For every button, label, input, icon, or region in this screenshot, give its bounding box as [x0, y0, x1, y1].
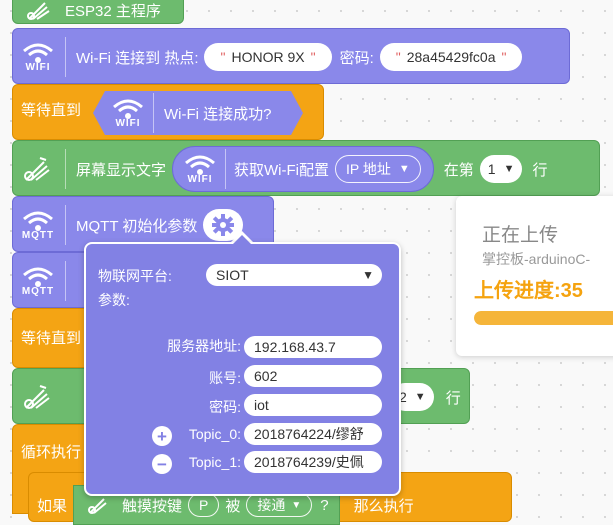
wait-until-block[interactable]: 等待直到 WIFI Wi-Fi 连接成功? — [12, 84, 324, 140]
get-wifi-config-reporter[interactable]: WIFI 获取Wi-Fi配置 IP 地址 ▼ — [172, 146, 434, 192]
params-label: 参数: — [98, 292, 130, 308]
divider — [65, 37, 66, 77]
quote-glyph: " — [501, 49, 507, 65]
hand-icon — [21, 0, 59, 21]
plus-glyph: + — [157, 426, 167, 446]
wait-until-label-2: 等待直到 — [21, 330, 82, 347]
minus-glyph: − — [157, 454, 167, 474]
mqtt-params-popup: 物联网平台: SIOT ▼ 参数: 服务器地址: 192.168.43.7 账号… — [84, 242, 401, 496]
divider — [65, 149, 66, 189]
row-value: 1 — [487, 161, 496, 177]
progress-bar — [474, 311, 613, 325]
mqtt-password-value: iot — [254, 397, 269, 413]
config-option-value: IP 地址 — [346, 161, 391, 177]
upload-title: 正在上传 — [482, 225, 559, 246]
chevron-down-icon: ▼ — [414, 391, 426, 403]
screen-display-label: 屏幕显示文字 — [76, 161, 167, 179]
wifi-icon: WIFI — [107, 98, 149, 129]
row-dropdown[interactable]: 1 ▼ — [479, 155, 523, 183]
add-topic-icon[interactable]: + — [152, 426, 172, 446]
state-value: 接通 — [257, 497, 286, 513]
wifi-caption: WIFI — [115, 117, 141, 129]
then-label: 那么执行 — [353, 497, 414, 515]
server-address-label: 服务器地址: — [167, 338, 241, 354]
quote-glyph: " — [220, 49, 226, 65]
key-dropdown[interactable]: P — [188, 493, 220, 517]
popup-arrow-inner — [233, 235, 251, 244]
hand-icon — [84, 495, 116, 515]
progress-label: 上传进度:35 — [474, 280, 583, 302]
mqtt-password-input[interactable]: iot — [244, 394, 382, 416]
is-label: 被 — [225, 497, 241, 515]
upload-panel: 正在上传 掌控板-arduinoC- 上传进度:35 — [456, 196, 613, 356]
row-suffix-label: 行 — [532, 161, 548, 179]
ssid-input[interactable]: " HONOR 9X " — [204, 43, 332, 71]
platform-label: 物联网平台: — [98, 268, 172, 284]
topic0-value: 2018764224/缪舒 — [254, 426, 364, 442]
wifi-connected-label: Wi-Fi 连接成功? — [164, 105, 272, 123]
topic0-label: Topic_0: — [188, 426, 241, 442]
mqtt-caption: MQTT — [21, 285, 55, 297]
loop-label: 循环执行 — [21, 444, 82, 461]
screen-display-block[interactable]: 屏幕显示文字 WIFI 获取Wi-Fi配置 IP 地址 ▼ 在第 1 ▼ 行 — [12, 140, 600, 196]
topic1-value: 2018764239/史佩 — [254, 454, 364, 470]
question-label: ? — [320, 496, 329, 514]
progress-fill — [474, 311, 613, 325]
chevron-down-icon: ▼ — [291, 499, 302, 511]
server-address-value: 192.168.43.7 — [254, 339, 336, 355]
wait-until-label: 等待直到 — [21, 102, 82, 119]
mqtt-password-label: 密码: — [209, 399, 241, 415]
wifi-icon: WIFI — [17, 42, 59, 73]
main-program-label: ESP32 主程序 — [65, 2, 161, 20]
at-row-label: 在第 — [443, 161, 474, 179]
state-dropdown[interactable]: 接通 ▼ — [246, 493, 313, 517]
divider — [153, 93, 154, 133]
divider — [225, 149, 227, 189]
account-label: 账号: — [209, 370, 241, 386]
password-label: 密码: — [339, 49, 374, 67]
topic1-label: Topic_1: — [188, 454, 241, 470]
hand-icon — [17, 384, 59, 410]
server-address-input[interactable]: 192.168.43.7 — [244, 336, 382, 358]
platform-select[interactable]: SIOT ▼ — [206, 264, 382, 286]
mqtt-icon: MQTT — [17, 210, 59, 241]
quote-glyph: " — [395, 49, 401, 65]
get-wifi-config-label: 获取Wi-Fi配置 — [234, 161, 329, 179]
platform-value: SIOT — [216, 267, 249, 283]
main-program-block[interactable]: ESP32 主程序 — [12, 0, 184, 24]
wifi-connect-label: Wi-Fi 连接到 热点: — [76, 49, 199, 67]
account-value: 602 — [254, 368, 278, 384]
if-label: 如果 — [37, 497, 68, 515]
wifi-connect-block[interactable]: WIFI Wi-Fi 连接到 热点: " HONOR 9X " 密码: " 28a45… — [12, 28, 570, 84]
topic0-input[interactable]: 2018764224/缪舒 — [244, 423, 382, 445]
mqtt-init-label: MQTT 初始化参数 — [76, 217, 198, 235]
chevron-down-icon: ▼ — [362, 268, 374, 282]
config-option-dropdown[interactable]: IP 地址 ▼ — [335, 155, 421, 183]
touch-key-label: 触摸按键 — [122, 497, 183, 515]
board-name: 掌控板-arduinoC- — [482, 251, 591, 267]
hand-icon — [17, 156, 59, 182]
wifi-password-input[interactable]: " 28a45429fc0a " — [379, 43, 523, 71]
quote-glyph: " — [310, 49, 316, 65]
divider — [65, 205, 66, 245]
chevron-down-icon: ▼ — [503, 163, 515, 175]
wifi-password-value: 28a45429fc0a — [406, 49, 496, 65]
mqtt-caption: MQTT — [21, 229, 55, 241]
ssid-value: HONOR 9X — [231, 49, 305, 65]
remove-topic-icon[interactable]: − — [152, 454, 172, 474]
divider — [65, 261, 66, 301]
chevron-down-icon: ▼ — [398, 163, 410, 175]
account-input[interactable]: 602 — [244, 365, 382, 387]
topic1-input[interactable]: 2018764239/史佩 — [244, 451, 382, 473]
wifi-icon: WIFI — [179, 154, 221, 185]
mqtt-icon: MQTT — [17, 266, 59, 297]
wifi-connected-condition[interactable]: WIFI Wi-Fi 连接成功? — [93, 91, 303, 135]
key-value: P — [199, 497, 209, 513]
row-suffix-label-2: 行 — [445, 389, 461, 407]
wifi-caption: WIFI — [187, 173, 213, 185]
wifi-caption: WIFI — [25, 61, 51, 73]
